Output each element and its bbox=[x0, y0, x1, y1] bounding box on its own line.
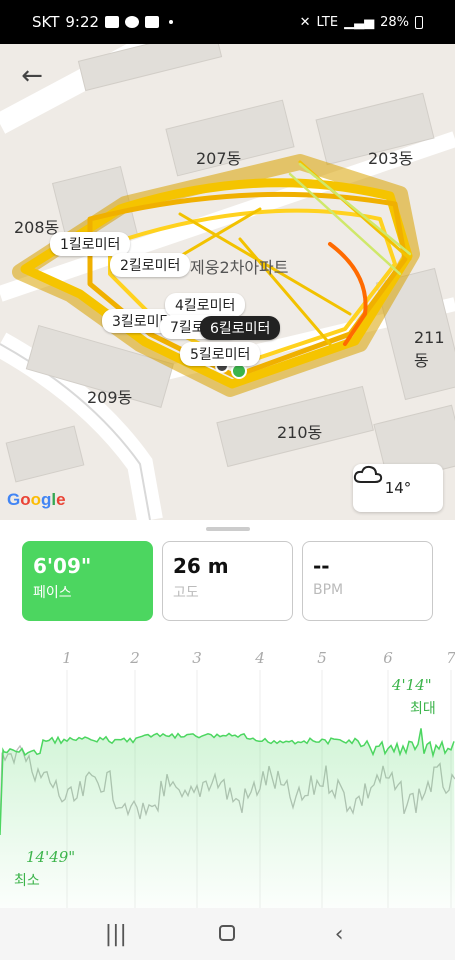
back-nav-button[interactable]: ‹ bbox=[319, 922, 359, 947]
route-map[interactable]: ← 207동 203동 208동 209동 210동 211동 제웅2차아파트 … bbox=[0, 44, 455, 520]
home-icon bbox=[219, 924, 236, 941]
battery-icon bbox=[415, 15, 423, 29]
pace-chart[interactable]: 1 2 3 4 5 6 7 4'14" 최대 14'49" 최소 bbox=[0, 640, 455, 908]
km-marker[interactable]: 2킬로미터 bbox=[110, 253, 191, 277]
carrier-label: SKT bbox=[32, 13, 60, 31]
youtube-icon bbox=[145, 16, 160, 28]
clock: 9:22 bbox=[65, 13, 100, 31]
metric-label: 고도 bbox=[173, 585, 199, 601]
mute-icon: ✕ bbox=[299, 14, 311, 30]
km-marker[interactable]: 5킬로미터 bbox=[180, 342, 261, 366]
home-button[interactable] bbox=[207, 922, 247, 947]
x-tick-label: 1 bbox=[62, 649, 72, 667]
metric-value: 6'09" bbox=[33, 554, 92, 578]
network-type: LTE bbox=[316, 14, 339, 30]
max-pace-value: 4'14" bbox=[392, 676, 432, 694]
status-bar: SKT 9:22 ✕ LTE ▁▃▅ 28% bbox=[0, 0, 455, 44]
max-pace-label: 최대 bbox=[410, 701, 436, 717]
metric-label: BPM bbox=[313, 582, 344, 598]
weather-chip[interactable]: 14° bbox=[353, 464, 443, 512]
signal-icon: ▁▃▅ bbox=[344, 14, 375, 30]
more-notifications-icon bbox=[169, 20, 174, 24]
building-label: 210동 bbox=[277, 423, 323, 442]
x-tick-label: 5 bbox=[317, 649, 327, 667]
heart-rate-card[interactable]: -- BPM bbox=[302, 541, 433, 621]
pace-card[interactable]: 6'09" 페이스 bbox=[22, 541, 153, 621]
metric-value: -- bbox=[313, 554, 330, 578]
km-marker[interactable]: 4킬로미터 bbox=[165, 293, 246, 317]
x-tick-label: 4 bbox=[254, 649, 265, 667]
pace-series-area bbox=[0, 728, 455, 908]
chat-icon bbox=[125, 16, 140, 28]
building-label: 209동 bbox=[87, 388, 133, 407]
arrow-left-icon: ← bbox=[21, 61, 43, 91]
x-tick-label: 6 bbox=[383, 649, 393, 667]
min-pace-label: 최소 bbox=[14, 873, 40, 889]
x-tick-label: 3 bbox=[192, 649, 202, 667]
sheet-drag-handle[interactable] bbox=[206, 527, 250, 531]
back-button[interactable]: ← bbox=[14, 58, 50, 94]
km-marker[interactable]: 6킬로미터 bbox=[200, 316, 281, 340]
metric-label: 페이스 bbox=[33, 585, 72, 601]
landmark-label: 제웅2차아파트 bbox=[190, 258, 289, 277]
building-label: 203동 bbox=[368, 149, 414, 168]
temperature: 14° bbox=[384, 479, 412, 497]
building-label: 207동 bbox=[196, 149, 242, 168]
end-marker bbox=[231, 363, 247, 379]
recents-button[interactable]: ||| bbox=[96, 922, 136, 947]
cloud-icon bbox=[353, 465, 383, 483]
system-nav-bar: ||| ‹ bbox=[0, 908, 455, 960]
battery-percent: 28% bbox=[380, 14, 409, 30]
gallery-icon bbox=[105, 16, 120, 28]
map-canvas bbox=[0, 44, 455, 520]
google-logo: Google bbox=[7, 490, 66, 509]
x-tick-label: 7 bbox=[446, 649, 455, 667]
building-label: 211동 bbox=[414, 328, 445, 370]
altitude-card[interactable]: 26 m 고도 bbox=[162, 541, 293, 621]
pace-chart-svg: 1 2 3 4 5 6 7 bbox=[0, 649, 455, 908]
min-pace-value: 14'49" bbox=[26, 848, 76, 866]
metric-value: 26 m bbox=[173, 554, 229, 578]
x-tick-label: 2 bbox=[129, 649, 140, 667]
